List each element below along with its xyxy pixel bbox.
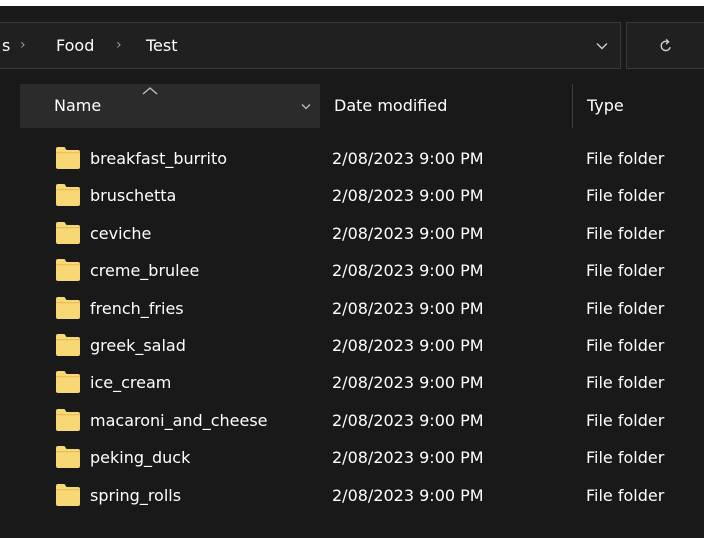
file-name: ice_cream [90,373,172,393]
list-item[interactable]: ceviche 2/08/2023 9:00 PM File folder [0,215,704,252]
column-header-date-modified[interactable]: Date modified [320,84,572,128]
list-item[interactable]: creme_brulee 2/08/2023 9:00 PM File fold… [0,252,704,289]
folder-icon [56,333,80,356]
file-date-modified: 2/08/2023 9:00 PM [332,410,484,430]
file-name: peking_duck [90,448,191,468]
file-date-modified: 2/08/2023 9:00 PM [332,335,484,355]
file-date-modified: 2/08/2023 9:00 PM [332,485,484,505]
folder-icon [56,259,80,282]
file-date-modified: 2/08/2023 9:00 PM [332,261,484,281]
refresh-button[interactable] [626,22,704,69]
folder-icon [56,296,80,319]
refresh-icon [660,38,671,51]
column-header-date-label: Date modified [334,96,448,115]
column-filter-dropdown[interactable] [300,84,312,128]
column-header-type[interactable]: Type [572,84,704,128]
file-type: File folder [586,223,665,243]
breadcrumb-previous-segment[interactable]: s [2,23,10,68]
file-date-modified: 2/08/2023 9:00 PM [332,223,484,243]
file-type: File folder [586,373,665,393]
sort-ascending-icon [142,87,158,95]
file-date-modified: 2/08/2023 9:00 PM [332,298,484,318]
history-dropdown-button[interactable] [584,23,620,68]
column-header-type-label: Type [587,96,624,115]
file-date-modified: 2/08/2023 9:00 PM [332,186,484,206]
address-bar-row: s › Food › Test [0,6,704,84]
folder-icon [56,371,80,394]
file-list: breakfast_burrito 2/08/2023 9:00 PM File… [0,140,704,514]
file-date-modified: 2/08/2023 9:00 PM [332,448,484,468]
chevron-right-icon[interactable]: › [20,23,26,68]
file-type: File folder [586,485,665,505]
file-name: french_fries [90,298,184,318]
file-name: creme_brulee [90,261,200,281]
file-name: macaroni_and_cheese [90,410,268,430]
file-type: File folder [586,410,665,430]
file-type: File folder [586,448,665,468]
list-item[interactable]: breakfast_burrito 2/08/2023 9:00 PM File… [0,140,704,177]
breadcrumb-food[interactable]: Food [56,23,94,68]
column-header-row: Name Date modified Type [0,84,704,128]
list-item[interactable]: bruschetta 2/08/2023 9:00 PM File folder [0,177,704,214]
file-type: File folder [586,261,665,281]
file-date-modified: 2/08/2023 9:00 PM [332,149,484,168]
file-type: File folder [586,298,665,318]
file-name: ceviche [90,223,152,243]
address-bar[interactable]: s › Food › Test [0,22,621,69]
file-type: File folder [586,186,665,206]
file-name: spring_rolls [90,485,182,505]
list-item[interactable]: french_fries 2/08/2023 9:00 PM File fold… [0,290,704,327]
file-date-modified: 2/08/2023 9:00 PM [332,373,484,393]
column-header-name[interactable]: Name [20,84,320,128]
list-item[interactable]: ice_cream 2/08/2023 9:00 PM File folder [0,364,704,401]
file-type: File folder [586,335,665,355]
file-list-view: Name Date modified Type breakfast_burrit… [0,84,704,538]
file-type: File folder [586,149,665,168]
folder-icon [56,221,80,244]
list-item[interactable]: peking_duck 2/08/2023 9:00 PM File folde… [0,439,704,476]
column-header-name-label: Name [54,96,102,115]
file-name: bruschetta [90,186,177,206]
folder-icon [56,147,80,169]
folder-icon [56,483,80,506]
list-item[interactable]: spring_rolls 2/08/2023 9:00 PM File fold… [0,477,704,514]
breadcrumb-test[interactable]: Test [146,23,178,68]
chevron-down-icon [596,42,608,49]
folder-icon [56,446,80,469]
list-item[interactable]: greek_salad 2/08/2023 9:00 PM File folde… [0,327,704,364]
folder-icon [56,184,80,207]
folder-icon [56,408,80,431]
file-name: greek_salad [90,335,186,355]
file-name: breakfast_burrito [90,149,228,168]
chevron-right-icon[interactable]: › [116,23,122,68]
list-item[interactable]: macaroni_and_cheese 2/08/2023 9:00 PM Fi… [0,402,704,439]
chevron-down-icon [301,103,311,109]
file-explorer-window: s › Food › Test Name Date modified Type … [0,6,704,538]
